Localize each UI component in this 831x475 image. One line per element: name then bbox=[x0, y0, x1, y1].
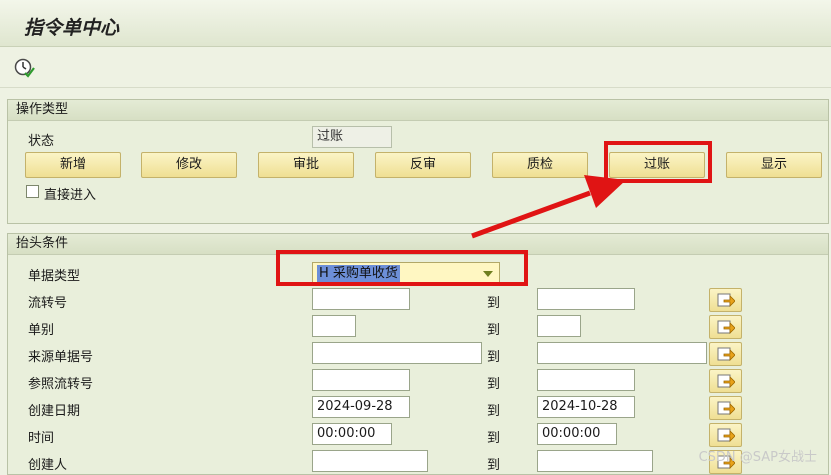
annotation-arrow-icon bbox=[471, 175, 626, 239]
watermark: CSDN @SAP女战士 bbox=[698, 450, 817, 465]
